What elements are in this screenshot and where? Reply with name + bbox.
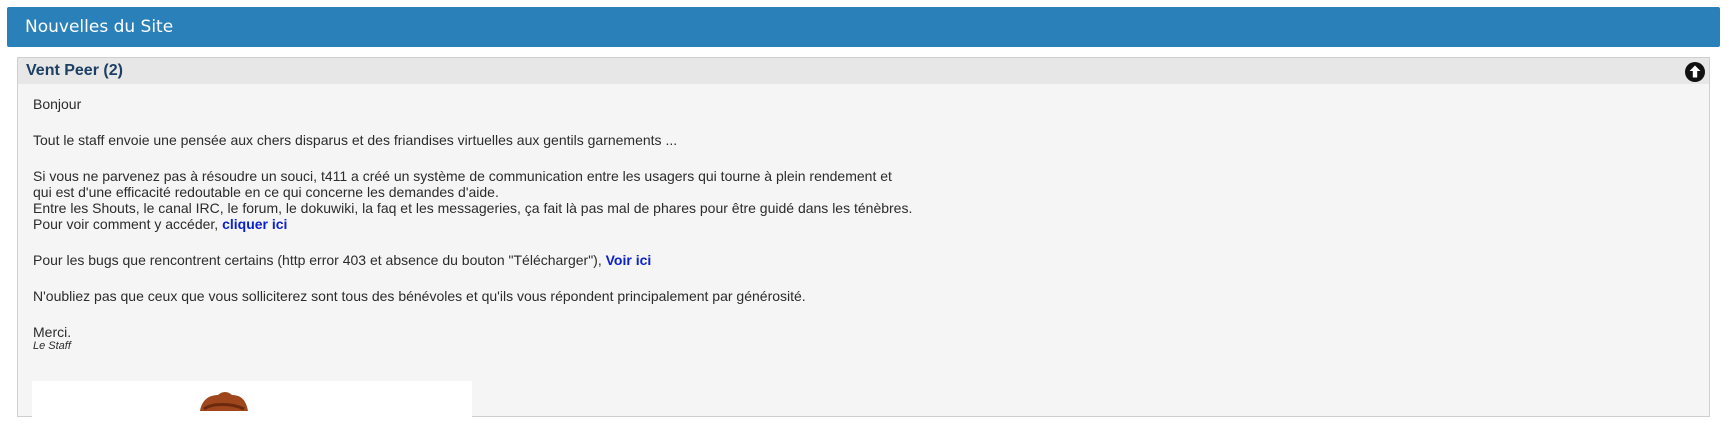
help-line-2: qui est d'une efficacité redoutable en c… bbox=[33, 184, 499, 200]
staff-message: Tout le staff envoie une pensée aux cher… bbox=[33, 132, 678, 148]
news-item-title: Vent Peer (2) bbox=[26, 62, 123, 79]
help-line-4: Pour voir comment y accéder, bbox=[33, 216, 223, 232]
help-line-1: Si vous ne parvenez pas à résoudre un so… bbox=[33, 168, 892, 184]
help-paragraph: Si vous ne parvenez pas à résoudre un so… bbox=[33, 168, 1709, 232]
thanks-text: Merci. Le Staff bbox=[33, 324, 1709, 353]
arrow-up-circle-icon[interactable] bbox=[1684, 61, 1706, 83]
help-link[interactable]: cliquer ici bbox=[222, 216, 287, 232]
bugs-link[interactable]: Voir ici bbox=[606, 252, 652, 268]
bugs-paragraph: Pour les bugs que rencontrent certains (… bbox=[33, 252, 1709, 268]
news-panel-body: Bonjour Tout le staff envoie une pensée … bbox=[18, 84, 1709, 353]
greeting-text: Bonjour bbox=[33, 96, 82, 112]
news-section-header: Nouvelles du Site bbox=[7, 7, 1720, 47]
volunteers-note: N'oubliez pas que ceux que vous sollicit… bbox=[33, 288, 806, 304]
news-section-title: Nouvelles du Site bbox=[25, 17, 174, 37]
signature: Le Staff bbox=[33, 340, 71, 352]
mascot-image bbox=[200, 392, 248, 411]
news-panel: Vent Peer (2) Bonjour Tout le staff envo… bbox=[17, 57, 1710, 441]
bugs-text: Pour les bugs que rencontrent certains (… bbox=[33, 252, 606, 268]
news-image bbox=[32, 381, 472, 441]
thanks-label: Merci. bbox=[33, 324, 72, 340]
news-panel-header: Vent Peer (2) bbox=[18, 58, 1709, 84]
help-line-3: Entre les Shouts, le canal IRC, le forum… bbox=[33, 200, 913, 216]
